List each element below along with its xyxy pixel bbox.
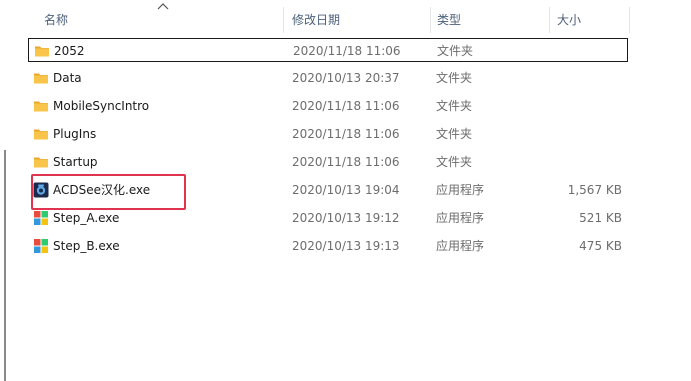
file-row[interactable]: PlugIns 2020/11/18 11:06 文件夹 [28,122,628,146]
file-name: PlugIns [53,127,97,141]
file-name: MobileSyncIntro [53,99,150,113]
file-row[interactable]: Data 2020/10/13 20:37 文件夹 [28,66,628,90]
file-modified-date: 2020/11/18 11:06 [292,155,400,169]
column-header-bar: 名称 修改日期 类型 大小 [0,0,691,36]
folder-icon [34,43,50,59]
file-type: 文件夹 [436,99,473,113]
column-header-type[interactable]: 类型 [437,12,537,32]
file-type: 文件夹 [436,155,473,169]
column-header-size[interactable]: 大小 [557,12,617,32]
file-size: 475 KB [579,239,622,253]
file-row[interactable]: MobileSyncIntro 2020/11/18 11:06 文件夹 [28,94,628,118]
folder-icon [33,126,49,142]
column-header-date[interactable]: 修改日期 [292,12,422,32]
file-name: 2052 [54,44,85,58]
folder-icon [33,98,49,114]
column-divider[interactable] [629,7,630,33]
file-name: Step_B.exe [53,239,120,253]
file-row[interactable]: Startup 2020/11/18 11:06 文件夹 [28,150,628,174]
sort-up-arrow-icon [157,3,169,10]
file-name: Startup [53,155,98,169]
annotation-highlight-box [31,174,186,210]
file-type: 文件夹 [437,44,474,58]
file-type: 应用程序 [436,211,485,225]
file-row[interactable]: 2052 2020/11/18 11:06 文件夹 [28,38,628,62]
file-modified-date: 2020/10/13 19:13 [292,239,400,253]
windows-app-icon [33,238,49,254]
file-modified-date: 2020/11/18 11:06 [293,44,401,58]
file-type: 文件夹 [436,127,473,141]
column-divider[interactable] [430,7,431,33]
file-size: 1,567 KB [567,183,622,197]
file-size: 521 KB [579,211,622,225]
windows-app-icon [33,210,49,226]
file-name: Data [53,71,82,85]
column-divider[interactable] [283,7,284,33]
folder-icon [33,154,49,170]
scrollbar[interactable] [4,150,6,381]
file-type: 文件夹 [436,71,473,85]
file-modified-date: 2020/10/13 20:37 [292,71,400,85]
file-type: 应用程序 [436,183,485,197]
file-modified-date: 2020/11/18 11:06 [292,127,400,141]
column-divider[interactable] [549,7,550,33]
file-modified-date: 2020/10/13 19:04 [292,183,400,197]
folder-icon [33,70,49,86]
column-header-name[interactable]: 名称 [44,12,274,32]
file-row[interactable]: Step_B.exe 2020/10/13 19:13 应用程序 475 KB [28,234,628,258]
file-type: 应用程序 [436,239,485,253]
file-modified-date: 2020/11/18 11:06 [292,99,400,113]
file-modified-date: 2020/10/13 19:12 [292,211,400,225]
file-explorer-details-view: 名称 修改日期 类型 大小 2052 2020/11/18 11:06 文件夹 Dat… [0,0,691,381]
